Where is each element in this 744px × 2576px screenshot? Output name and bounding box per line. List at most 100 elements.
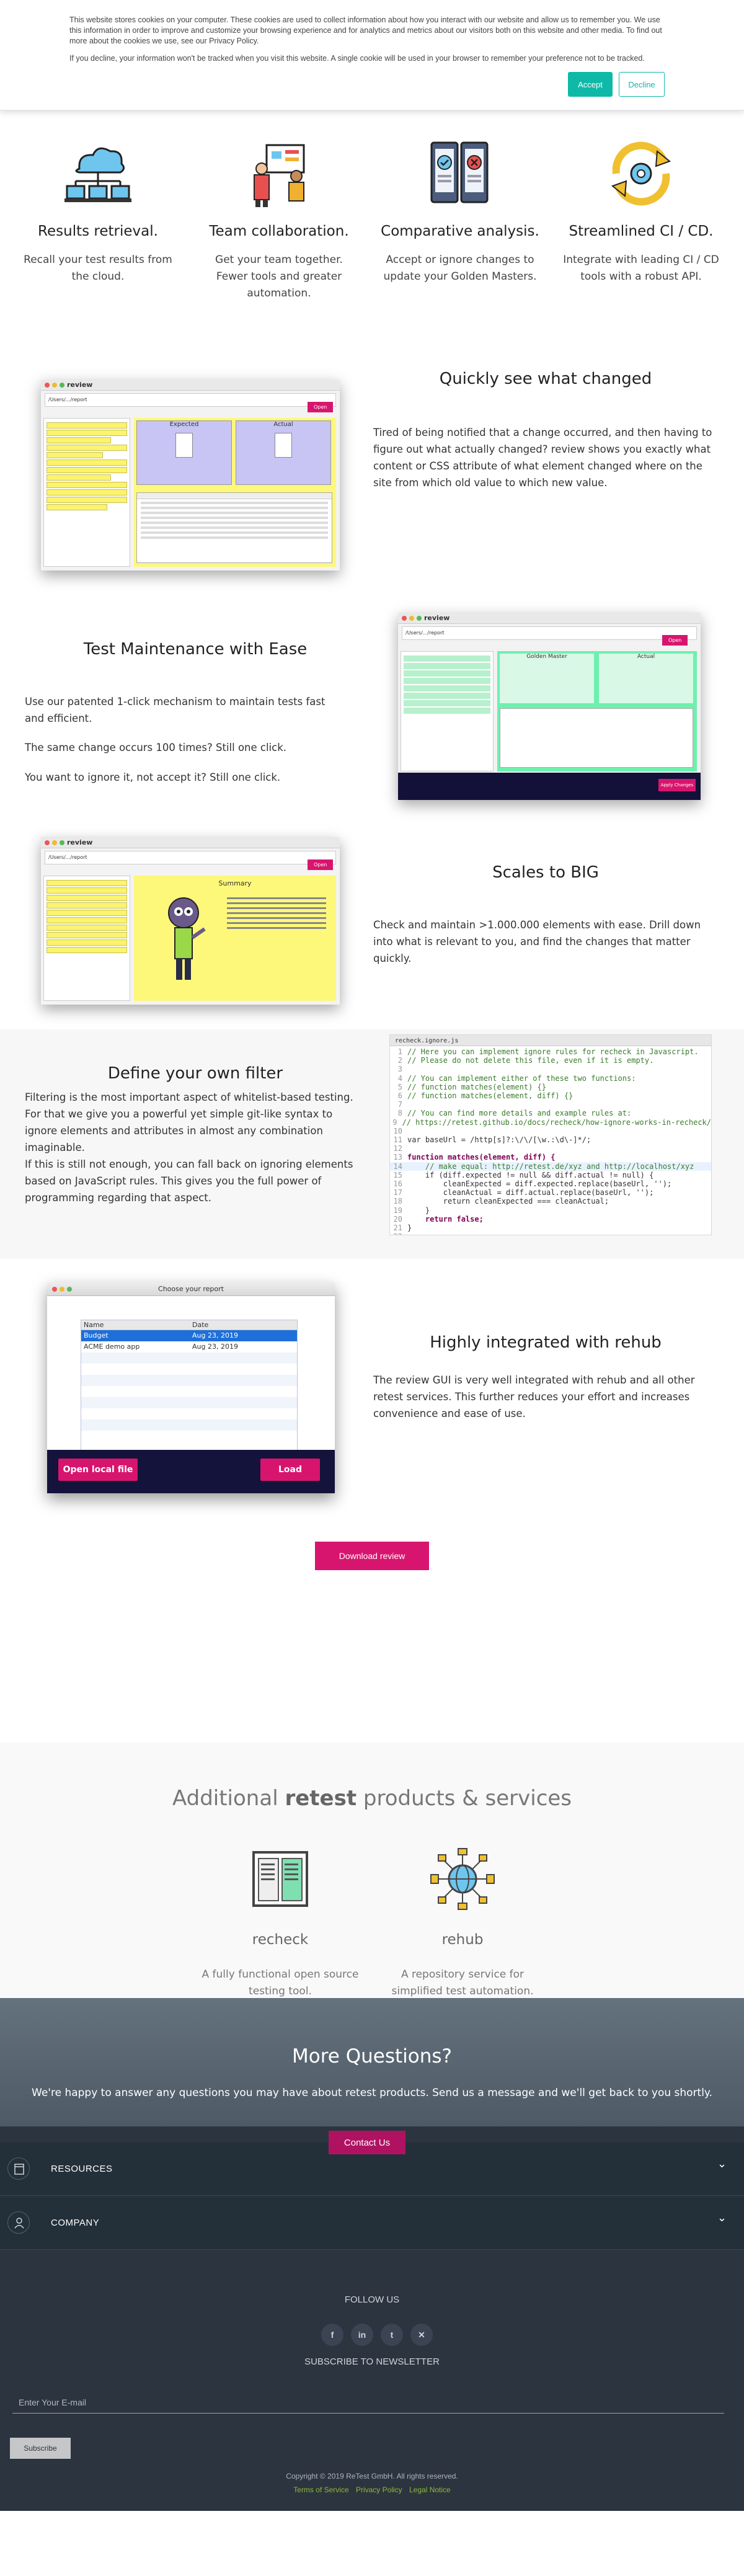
terms-link[interactable]: Terms of Service — [293, 2485, 348, 2494]
filter-tree — [401, 651, 494, 771]
code-line: 11 var baseUrl = /http[s]?:\/\/[\w.:\d\-]… — [393, 1135, 591, 1145]
code-line: 7 — [397, 1100, 402, 1109]
additional-title-pre: Additional — [172, 1786, 278, 1811]
section-text-maintenance-2: The same change occurs 100 times? Still … — [25, 742, 287, 753]
feature-text: Recall your test results from the cloud. — [24, 254, 172, 283]
summary-panel: Summary — [134, 876, 336, 1001]
subscribe-button[interactable]: Subscribe — [10, 2438, 71, 2459]
feature-compare: Comparative analysis. Accept or ignore c… — [379, 136, 541, 285]
book-icon — [7, 2157, 30, 2180]
diff-panel-green: Golden Master Actual — [497, 651, 697, 771]
additional-title-post: products & services — [363, 1786, 572, 1811]
cloud-computers-icon — [61, 136, 135, 211]
feature-text: Get your team together. Fewer tools and … — [215, 254, 343, 300]
actual-label: Actual — [273, 421, 293, 428]
additional-title: Additional retest products & services — [0, 1786, 744, 1811]
feature-text: Integrate with leading CI / CD tools wit… — [563, 254, 719, 283]
contact-us-button[interactable]: Contact Us — [329, 2131, 405, 2154]
section-title-quick: Quickly see what changed — [439, 370, 652, 388]
feature-text: Accept or ignore changes to update your … — [383, 254, 537, 283]
feature-title: Streamlined CI / CD. — [569, 223, 714, 239]
review-screenshot-summary: review /Users/.../report Open Summary — [41, 837, 340, 1005]
footer-company-accordion[interactable]: COMPANY ⌄ — [0, 2196, 744, 2250]
resources-label: RESOURCES — [51, 2164, 113, 2174]
actual-label: Actual — [599, 654, 693, 703]
chevron-down-icon: ⌄ — [717, 2211, 727, 2224]
section-text-maintenance-3: You want to ignore it, not accept it? St… — [25, 771, 281, 783]
column-name: Name — [84, 1321, 104, 1329]
filter-tree — [43, 418, 130, 567]
feature-title: Results retrieval. — [38, 223, 158, 239]
copyright-text: Copyright © 2019 ReTest GmbH. All rights… — [286, 2472, 458, 2481]
open-button: Open — [308, 402, 334, 412]
filter-tree — [43, 876, 130, 1001]
email-field[interactable]: Enter Your E-mail — [12, 2389, 724, 2414]
review-logo: review — [67, 838, 93, 846]
questions-text: We're happy to answer any questions you … — [32, 2087, 712, 2099]
row-name: Budget — [84, 1331, 108, 1339]
code-line: 6// function matches(element, diff) {} — [397, 1091, 574, 1101]
product-text: A fully functional open source testing t… — [202, 1968, 359, 1997]
code-line: 14 // make equal: http://retest.de/xyz a… — [390, 1161, 711, 1171]
open-local-file-button[interactable]: Open local file — [58, 1459, 138, 1481]
golden-master-label: Golden Master — [500, 654, 594, 703]
product-recheck[interactable]: recheck A fully functional open source t… — [200, 1845, 361, 2000]
open-button: Open — [662, 635, 688, 646]
recheck-icon — [252, 1851, 308, 1907]
code-line: 9// https://retest.github.io/docs/rechec… — [392, 1117, 711, 1127]
feature-title: Comparative analysis. — [381, 223, 539, 239]
code-line: 20 return false; — [393, 1214, 484, 1224]
newsletter-label: SUBSCRIBE TO NEWSLETTER — [304, 2356, 440, 2367]
code-line: 12 — [393, 1144, 402, 1153]
feature-team: Team collaboration. Get your team togeth… — [198, 136, 360, 302]
table-row[interactable]: ACME demo app Aug 23, 2019 — [81, 1341, 297, 1352]
twitter-icon[interactable]: t — [381, 2324, 403, 2346]
code-line: 17 cleanActual = diff.actual.replace(bas… — [393, 1188, 654, 1197]
code-line: 19 } — [393, 1206, 430, 1215]
additional-section-bg — [0, 1743, 744, 1999]
accept-cookies-button[interactable]: Accept — [568, 72, 613, 97]
report-path: /Users/.../report — [45, 851, 336, 864]
questions-title: More Questions? — [292, 2045, 452, 2067]
code-line: 8// You can find more details and exampl… — [397, 1109, 632, 1118]
cookie-banner: This website stores cookies on your comp… — [0, 0, 744, 110]
legal-notice-link[interactable]: Legal Notice — [409, 2485, 451, 2494]
privacy-link[interactable]: Privacy Policy — [356, 2485, 402, 2494]
load-button[interactable]: Load — [260, 1459, 320, 1481]
section-text-filter-2: If this is still not enough, you can fal… — [25, 1158, 353, 1204]
code-line: 1// Here you can implement ignore rules … — [397, 1047, 699, 1056]
facebook-icon[interactable]: f — [321, 2324, 343, 2346]
apply-changes-button: Apply Changes — [658, 779, 696, 791]
table-row[interactable]: Budget Aug 23, 2019 — [81, 1330, 297, 1341]
download-review-button[interactable]: Download review — [315, 1542, 429, 1570]
code-file-tab: recheck.ignore.js — [390, 1035, 711, 1046]
code-line: 15 if (diff.expected != null && diff.act… — [393, 1170, 654, 1179]
code-line: 10 — [393, 1126, 402, 1135]
review-screenshot-maintenance: review /Users/.../report Open Golden Mas… — [398, 613, 701, 800]
product-text: A repository service for simplified test… — [391, 1968, 534, 1997]
choose-report-dialog: Choose your report Name Date Budget Aug … — [47, 1282, 335, 1493]
section-title-filter: Define your own filter — [107, 1064, 283, 1083]
section-title-maintenance: Test Maintenance with Ease — [83, 640, 308, 659]
product-rehub[interactable]: rehub A repository service for simplifie… — [382, 1845, 543, 2000]
review-logo: review — [67, 381, 93, 389]
summary-label: Summary — [218, 879, 252, 887]
product-name: recheck — [252, 1932, 309, 1948]
feature-title: Team collaboration. — [209, 223, 349, 239]
linkedin-icon[interactable]: in — [351, 2324, 373, 2346]
feature-ci: Streamlined CI / CD. Integrate with lead… — [560, 136, 722, 285]
code-line: 18 return cleanExpected === cleanActual; — [393, 1197, 609, 1206]
chevron-down-icon: ⌄ — [717, 2157, 727, 2170]
xing-icon[interactable]: ✕ — [410, 2324, 433, 2346]
page-bottom — [0, 2511, 744, 2576]
compare-phones-icon — [423, 136, 497, 211]
open-button: Open — [308, 859, 334, 870]
people-icon — [7, 2211, 30, 2234]
decline-cookies-button[interactable]: Decline — [619, 72, 665, 97]
column-date: Date — [192, 1321, 209, 1329]
rehub-globe-icon — [430, 1848, 495, 1910]
cookie-decline-text: If you decline, your information won't b… — [69, 54, 645, 63]
report-table: Name Date Budget Aug 23, 2019 ACME demo … — [81, 1320, 298, 1460]
section-text-quick: Tired of being notified that a change oc… — [373, 427, 712, 489]
section-text-rehub: The review GUI is very well integrated w… — [373, 1374, 695, 1419]
